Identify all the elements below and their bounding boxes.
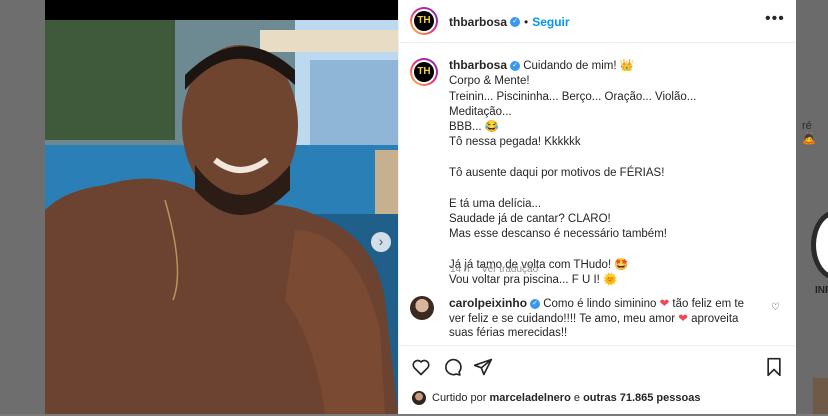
background-photo	[813, 378, 828, 414]
like-comment-heart-icon[interactable]: ♡	[771, 302, 780, 313]
backdrop-left	[0, 0, 45, 414]
likes-summary: Curtido por marceladelnero e outras 71.8…	[432, 392, 701, 404]
post-photo-illustration	[45, 0, 398, 414]
liker-avatar[interactable]	[412, 391, 426, 405]
post-meta: 14 h Ver tradução	[450, 264, 538, 275]
post-modal: › TH thbarbosa ✓ • Seguir ••• TH thbarbosa ✓…	[45, 0, 796, 414]
commenter-avatar[interactable]	[410, 296, 434, 320]
translate-link[interactable]: Ver tradução	[481, 264, 538, 275]
author-avatar[interactable]: TH	[410, 7, 438, 35]
heart-icon[interactable]	[411, 357, 431, 377]
caption-avatar[interactable]: TH	[410, 58, 438, 86]
caption-line: Saudade já de cantar? CLARO!	[449, 212, 611, 225]
verified-icon: ✓	[510, 16, 521, 27]
background-text-fragment: ré 🙇	[802, 120, 816, 145]
more-options-icon[interactable]: •••	[765, 10, 785, 28]
caption-line: E tá uma delícia...	[449, 197, 542, 210]
post-caption: thbarbosa ✓ Cuidando de mim! 👑 Corpo & Me…	[449, 58, 759, 288]
post-time: 14 h	[450, 264, 470, 275]
caption-lines: Corpo & Mente! Treinin... Piscininha... B…	[449, 74, 759, 288]
caption-line: Treinin... Piscininha... Berço... Oração…	[449, 90, 697, 118]
caption-first-line: Cuidando de mim! 👑	[523, 60, 635, 72]
author-username[interactable]: thbarbosa	[449, 15, 507, 29]
background-text-fragment-2: INF	[815, 285, 828, 296]
bookmark-icon[interactable]	[765, 357, 783, 377]
verified-icon: ✓	[510, 60, 521, 71]
follow-button[interactable]: Seguir	[532, 15, 569, 29]
caption-line: BBB... 😂	[449, 121, 500, 134]
separator-dot: •	[524, 15, 529, 29]
caption-username[interactable]: thbarbosa	[449, 58, 507, 72]
caption-line: Tô nessa pegada! Kkkkkk	[449, 136, 581, 149]
caption-line: Mas esse descanso é necessário também!	[449, 228, 667, 241]
comment-text-a: Como é lindo siminino	[543, 298, 657, 310]
caption-line: Vou voltar pra piscina... F U I! 🌞	[449, 274, 618, 287]
backdrop-right: ré 🙇 INF	[795, 0, 828, 414]
likes-count-link[interactable]: outras 71.865 pessoas	[583, 392, 700, 404]
heart-emoji-icon: ❤	[678, 312, 688, 325]
liker-username[interactable]: marceladelnero	[489, 392, 570, 404]
caption-line	[449, 243, 759, 258]
comment-icon[interactable]	[442, 357, 462, 377]
post-photo: ›	[45, 0, 398, 414]
caption-line: Corpo & Mente!	[449, 75, 530, 88]
comment: carolpeixinho ✓ Como é lindo siminino ❤ t…	[449, 296, 749, 341]
caption-line	[449, 151, 759, 166]
post-side-panel: TH thbarbosa ✓ • Seguir ••• TH thbarbosa ✓ C…	[398, 0, 796, 414]
verified-icon: ✓	[530, 298, 541, 309]
heart-emoji-icon: ❤	[659, 298, 670, 310]
next-photo-button[interactable]: ›	[371, 232, 391, 252]
chevron-right-icon: ›	[378, 233, 384, 249]
post-header: TH thbarbosa ✓ • Seguir •••	[399, 0, 796, 43]
caption-line	[449, 181, 759, 196]
action-bar: Curtido por marceladelnero e outras 71.8…	[399, 345, 796, 416]
background-avatar	[811, 210, 828, 280]
commenter-username[interactable]: carolpeixinho	[449, 296, 527, 310]
share-icon[interactable]	[473, 357, 493, 377]
caption-line: Tô ausente daqui por motivos de FÉRIAS!	[449, 167, 665, 180]
